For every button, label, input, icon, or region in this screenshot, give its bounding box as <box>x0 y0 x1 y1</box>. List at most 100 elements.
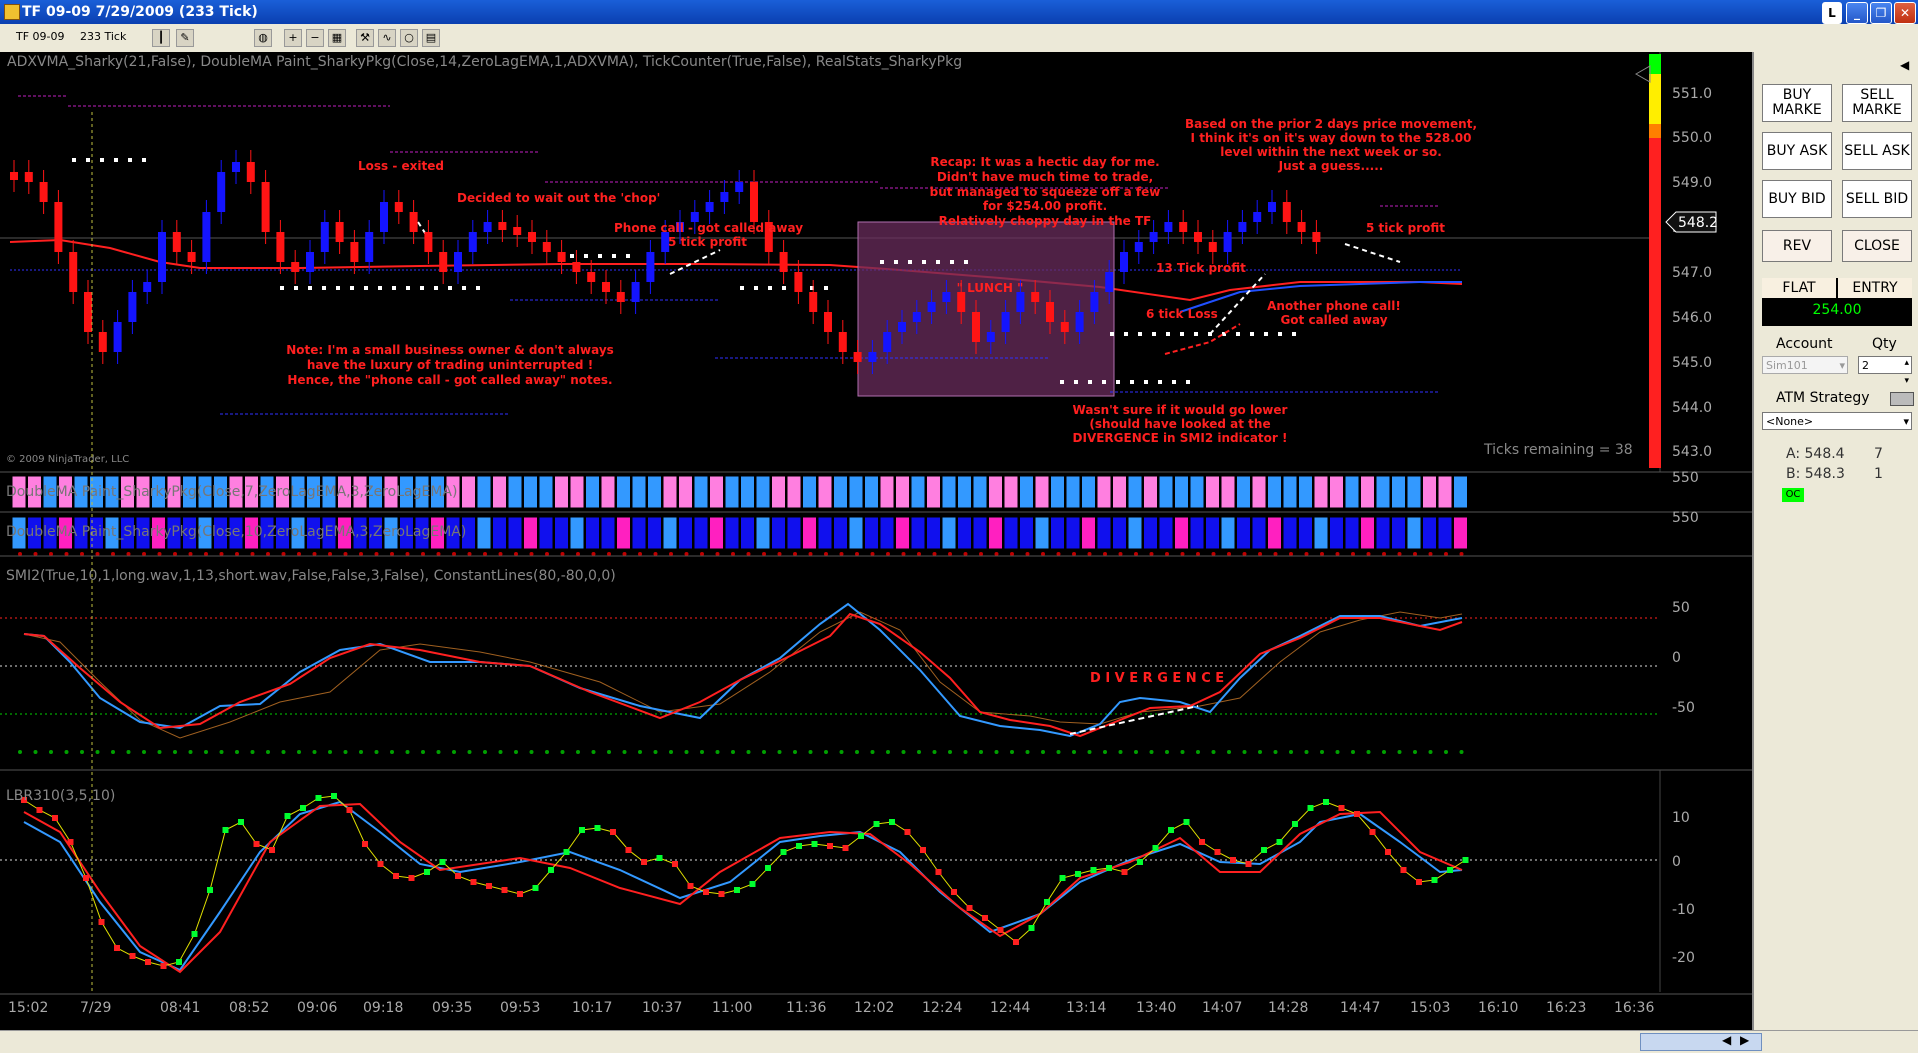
paint-dot <box>1335 552 1340 556</box>
lbr-dot <box>1245 861 1252 867</box>
smi-dot <box>1413 750 1417 754</box>
paint-dot <box>994 552 999 556</box>
quantity-stepper[interactable]: 2 ▴ ▾ <box>1858 356 1912 386</box>
atm-strategy-select[interactable]: <None> ▾ <box>1762 412 1912 430</box>
candle-body <box>1031 292 1040 302</box>
lbr-dot <box>222 827 229 833</box>
sell-market-button[interactable]: SELL MARKE <box>1842 84 1912 122</box>
stepper-arrows-icon[interactable]: ▴ ▾ <box>1904 354 1909 390</box>
zoom-in-icon[interactable]: + <box>284 29 302 47</box>
smi-dot <box>622 750 627 754</box>
smi-dot <box>1056 750 1061 754</box>
oc-badge[interactable]: OC <box>1782 488 1804 502</box>
lbr-dot <box>346 807 353 813</box>
paint-bar <box>1127 475 1143 509</box>
account-select[interactable]: Sim101 ▾ <box>1762 356 1848 374</box>
paint-bar <box>1236 516 1251 550</box>
paint-dot <box>793 552 797 556</box>
paint-bar <box>709 516 724 550</box>
chart-area[interactable]: 551.0 550.0 549.0 548.0 547.0 546.0 545.… <box>0 52 1752 1030</box>
data-box-icon[interactable]: ○ <box>400 29 418 47</box>
smi-dot <box>436 750 441 754</box>
buy-market-button[interactable]: BUY MARKE <box>1762 84 1832 122</box>
lbr-dot <box>501 887 508 893</box>
paint-bar <box>1096 516 1112 550</box>
svg-text:50: 50 <box>1672 600 1690 616</box>
paint-bar <box>833 516 848 550</box>
scroll-left-icon[interactable]: ◀ <box>1722 1033 1731 1047</box>
candle-body <box>824 312 832 332</box>
time-tick: 11:36 <box>786 1000 826 1016</box>
smi-dot <box>715 750 720 754</box>
close-window-button[interactable]: ✕ <box>1894 2 1916 24</box>
zoom-out-icon[interactable]: − <box>306 29 324 47</box>
paint-bar <box>647 516 662 550</box>
paint-dot <box>157 552 162 556</box>
interval-selector[interactable]: 233 Tick <box>80 28 126 46</box>
svg-text:Recap: It was a hectic day for: Recap: It was a hectic day for me. <box>930 155 1159 169</box>
sell-ask-button[interactable]: SELL ASK <box>1842 132 1912 170</box>
time-tick: 12:24 <box>922 1000 962 1016</box>
lbr-dot <box>579 827 585 833</box>
paint-dot <box>777 552 782 556</box>
minimize-button[interactable]: _ <box>1846 2 1868 24</box>
candle-body <box>1312 232 1321 242</box>
lbr-dot <box>67 839 74 845</box>
paint-bar <box>1313 475 1329 509</box>
instrument-selector[interactable]: TF 09-09 <box>16 28 65 46</box>
paint-dot <box>1180 552 1185 556</box>
lbr-dot <box>873 821 880 827</box>
paint-bar <box>1282 475 1298 509</box>
smi-dot <box>762 750 766 754</box>
paint-bar <box>1360 516 1375 550</box>
buy-bid-button[interactable]: BUY BID <box>1762 180 1832 218</box>
globe-icon[interactable]: ◍ <box>254 29 272 47</box>
link-icon[interactable]: L <box>1822 2 1842 24</box>
smi-dot <box>1149 750 1154 754</box>
svg-text:Decided to wait out the 'chop': Decided to wait out the 'chop' <box>457 191 660 205</box>
strategies-icon[interactable]: ∿ <box>378 29 396 47</box>
smi-dot <box>1180 750 1185 754</box>
paint-dot <box>467 552 472 556</box>
sell-bid-button[interactable]: SELL BID <box>1842 180 1912 218</box>
smi-dot <box>901 750 906 754</box>
close-position-button[interactable]: CLOSE <box>1842 230 1912 262</box>
candle-body <box>616 292 625 302</box>
paint-bar <box>616 516 631 550</box>
lbr-dot <box>656 855 663 861</box>
draw-tool-icon[interactable]: ✎ <box>176 29 194 47</box>
candle-body <box>483 222 492 232</box>
smi-dot <box>979 750 983 754</box>
horizontal-scrollbar[interactable]: ◀ ▶ <box>0 1030 1918 1053</box>
properties-icon[interactable]: ▦ <box>328 29 346 47</box>
order-tab-icon[interactable]: ▤ <box>422 29 440 47</box>
paint-bar <box>771 516 786 550</box>
svg-text:10: 10 <box>1672 810 1690 826</box>
indicators-icon[interactable]: ⚒ <box>356 29 374 47</box>
paint-bar <box>476 475 492 509</box>
buy-ask-button[interactable]: BUY ASK <box>1762 132 1832 170</box>
svg-text:550: 550 <box>1672 510 1699 526</box>
candle-body <box>454 252 462 272</box>
atm-settings-icon[interactable] <box>1890 392 1914 406</box>
paint-bar <box>1406 516 1422 550</box>
paint-bar <box>554 516 569 550</box>
smi-dot <box>1134 750 1138 754</box>
candle-body <box>631 282 640 302</box>
paint-dot <box>80 552 84 556</box>
paint-dot <box>855 552 859 556</box>
bar-type-icon[interactable]: ┃ <box>152 29 170 47</box>
lbr-dot <box>718 891 725 897</box>
lbr-dot <box>300 805 306 811</box>
maximize-button[interactable]: ❐ <box>1870 2 1892 24</box>
paint-bar <box>678 516 693 550</box>
collapse-icon[interactable]: ◀ <box>1900 58 1909 72</box>
scroll-right-icon[interactable]: ▶ <box>1740 1033 1749 1047</box>
candle-body <box>646 252 655 282</box>
paint-bar <box>523 475 538 509</box>
paint-dot <box>1010 552 1014 556</box>
reverse-button[interactable]: REV <box>1762 230 1832 262</box>
paint-bar <box>1019 516 1034 550</box>
lbr-dot <box>1028 925 1035 931</box>
lbr-dot <box>1307 805 1314 811</box>
